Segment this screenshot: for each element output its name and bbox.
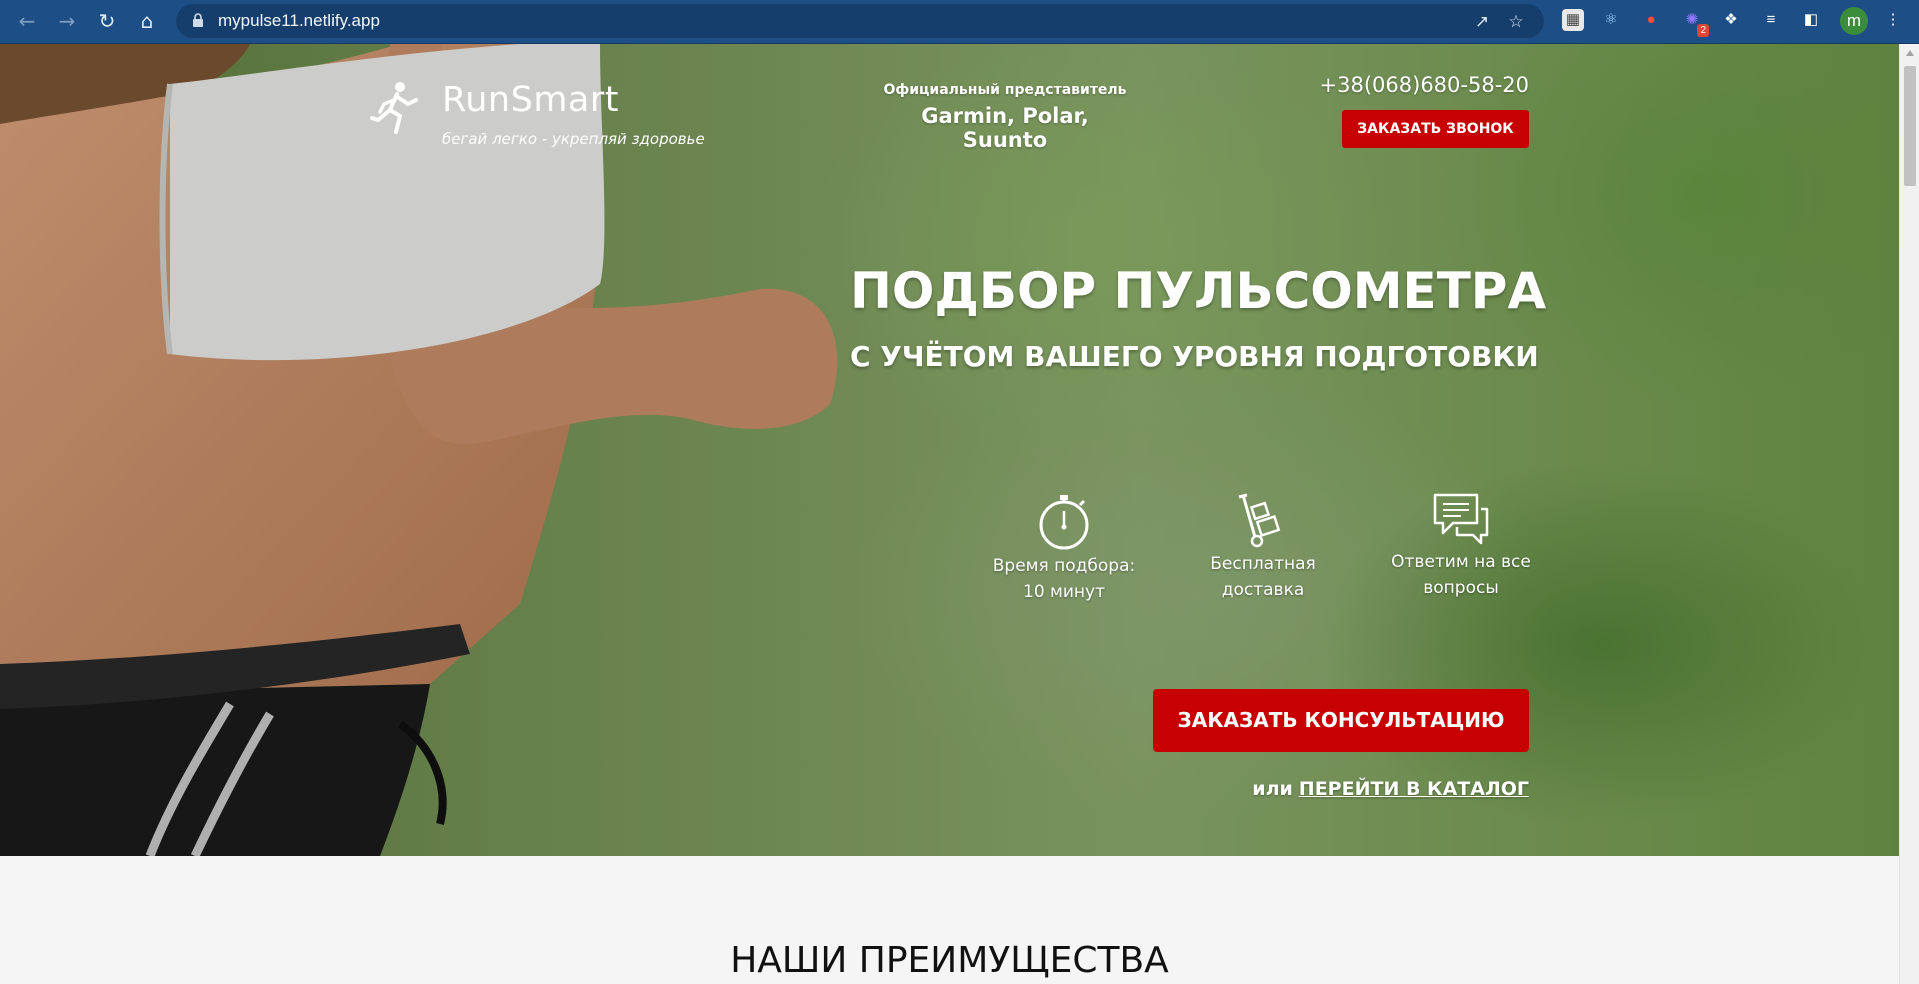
hero-subtitle: С УЧЁТОМ ВАШЕГО УРОВНЯ ПОДГОТОВКИ bbox=[850, 340, 1539, 373]
browser-toolbar: ← → ↻ ⌂ mypulse11.netlify.app ↗ ☆ ▦ ⚛ ● … bbox=[0, 0, 1919, 44]
feature-selection-time-line1: Время подбора: bbox=[992, 556, 1136, 576]
lock-icon bbox=[193, 13, 203, 27]
representative-label: Официальный представитель bbox=[883, 82, 1127, 98]
reading-list-icon[interactable]: ≡ bbox=[1760, 9, 1782, 31]
logo[interactable]: RunSmart бегай легко - укрепляй здоровье bbox=[370, 80, 705, 148]
bookmark-star-icon[interactable]: ☆ bbox=[1506, 12, 1526, 32]
hero-title: ПОДБОР ПУЛЬСОМЕТРА bbox=[850, 262, 1547, 320]
menu-kebab-icon[interactable]: ⋮ bbox=[1882, 9, 1904, 31]
extension-tomato-icon[interactable]: ● bbox=[1640, 9, 1662, 31]
chat-bubbles-icon bbox=[1433, 493, 1489, 545]
order-call-button[interactable]: ЗАКАЗАТЬ ЗВОНОК bbox=[1342, 110, 1529, 148]
scroll-up-arrow-icon[interactable] bbox=[1906, 50, 1914, 56]
extensions-puzzle-icon[interactable]: ❖ bbox=[1720, 9, 1742, 31]
scroll-thumb[interactable] bbox=[1904, 66, 1916, 186]
feature-answers-line1: Ответим на все bbox=[1391, 552, 1531, 572]
or-text: или bbox=[1252, 778, 1293, 800]
catalog-line: или ПЕРЕЙТИ В КАТАЛОГ bbox=[1150, 778, 1529, 800]
logo-subtitle: бегай легко - укрепляй здоровье bbox=[442, 130, 705, 148]
share-icon[interactable]: ↗ bbox=[1472, 12, 1492, 32]
official-representative: Официальный представитель Garmin, Polar,… bbox=[880, 82, 1130, 152]
hero-overlay bbox=[0, 44, 1899, 856]
feature-answers-line2: вопросы bbox=[1423, 578, 1499, 598]
feature-selection-time: Время подбора: 10 минут bbox=[989, 491, 1139, 605]
feature-free-delivery-line1: Бесплатная bbox=[1210, 554, 1316, 574]
logo-title: RunSmart bbox=[442, 80, 619, 120]
profile-avatar[interactable]: m bbox=[1840, 7, 1868, 35]
feature-selection-time-line2: 10 минут bbox=[1023, 582, 1105, 602]
phone-number[interactable]: +38(068)680-58-20 bbox=[1300, 73, 1529, 97]
url-text: mypulse11.netlify.app bbox=[218, 11, 380, 30]
extension-badge: 2 bbox=[1697, 24, 1709, 37]
feature-free-delivery: Бесплатная доставка bbox=[1188, 491, 1338, 603]
forward-arrow-icon[interactable]: → bbox=[54, 8, 80, 34]
catalog-link[interactable]: ПЕРЕЙТИ В КАТАЛОГ bbox=[1299, 778, 1529, 800]
feature-answers: Ответим на все вопросы bbox=[1386, 491, 1536, 601]
delivery-cart-icon bbox=[1238, 493, 1281, 548]
representative-brands: Garmin, Polar, Suunto bbox=[921, 104, 1089, 152]
feature-free-delivery-line2: доставка bbox=[1221, 580, 1305, 600]
advantages-title: НАШИ ПРЕИМУЩЕСТВА bbox=[730, 940, 1169, 981]
side-panel-icon[interactable]: ◧ bbox=[1800, 9, 1822, 31]
home-icon[interactable]: ⌂ bbox=[134, 8, 160, 34]
page-scrollbar[interactable] bbox=[1899, 44, 1919, 984]
order-consultation-button[interactable]: ЗАКАЗАТЬ КОНСУЛЬТАЦИЮ bbox=[1153, 689, 1529, 752]
reload-icon[interactable]: ↻ bbox=[94, 8, 120, 34]
extension-color-icon[interactable]: ✺ 2 bbox=[1681, 9, 1709, 37]
hero-section: RunSmart бегай легко - укрепляй здоровье… bbox=[0, 44, 1899, 856]
runner-logo-icon bbox=[370, 82, 418, 134]
back-arrow-icon[interactable]: ← bbox=[14, 8, 40, 34]
extension-react-icon[interactable]: ⚛ bbox=[1600, 9, 1622, 31]
stopwatch-icon bbox=[1039, 495, 1089, 550]
extension-translate-icon[interactable]: ▦ bbox=[1562, 9, 1584, 31]
address-bar[interactable]: mypulse11.netlify.app ↗ ☆ bbox=[176, 4, 1544, 38]
